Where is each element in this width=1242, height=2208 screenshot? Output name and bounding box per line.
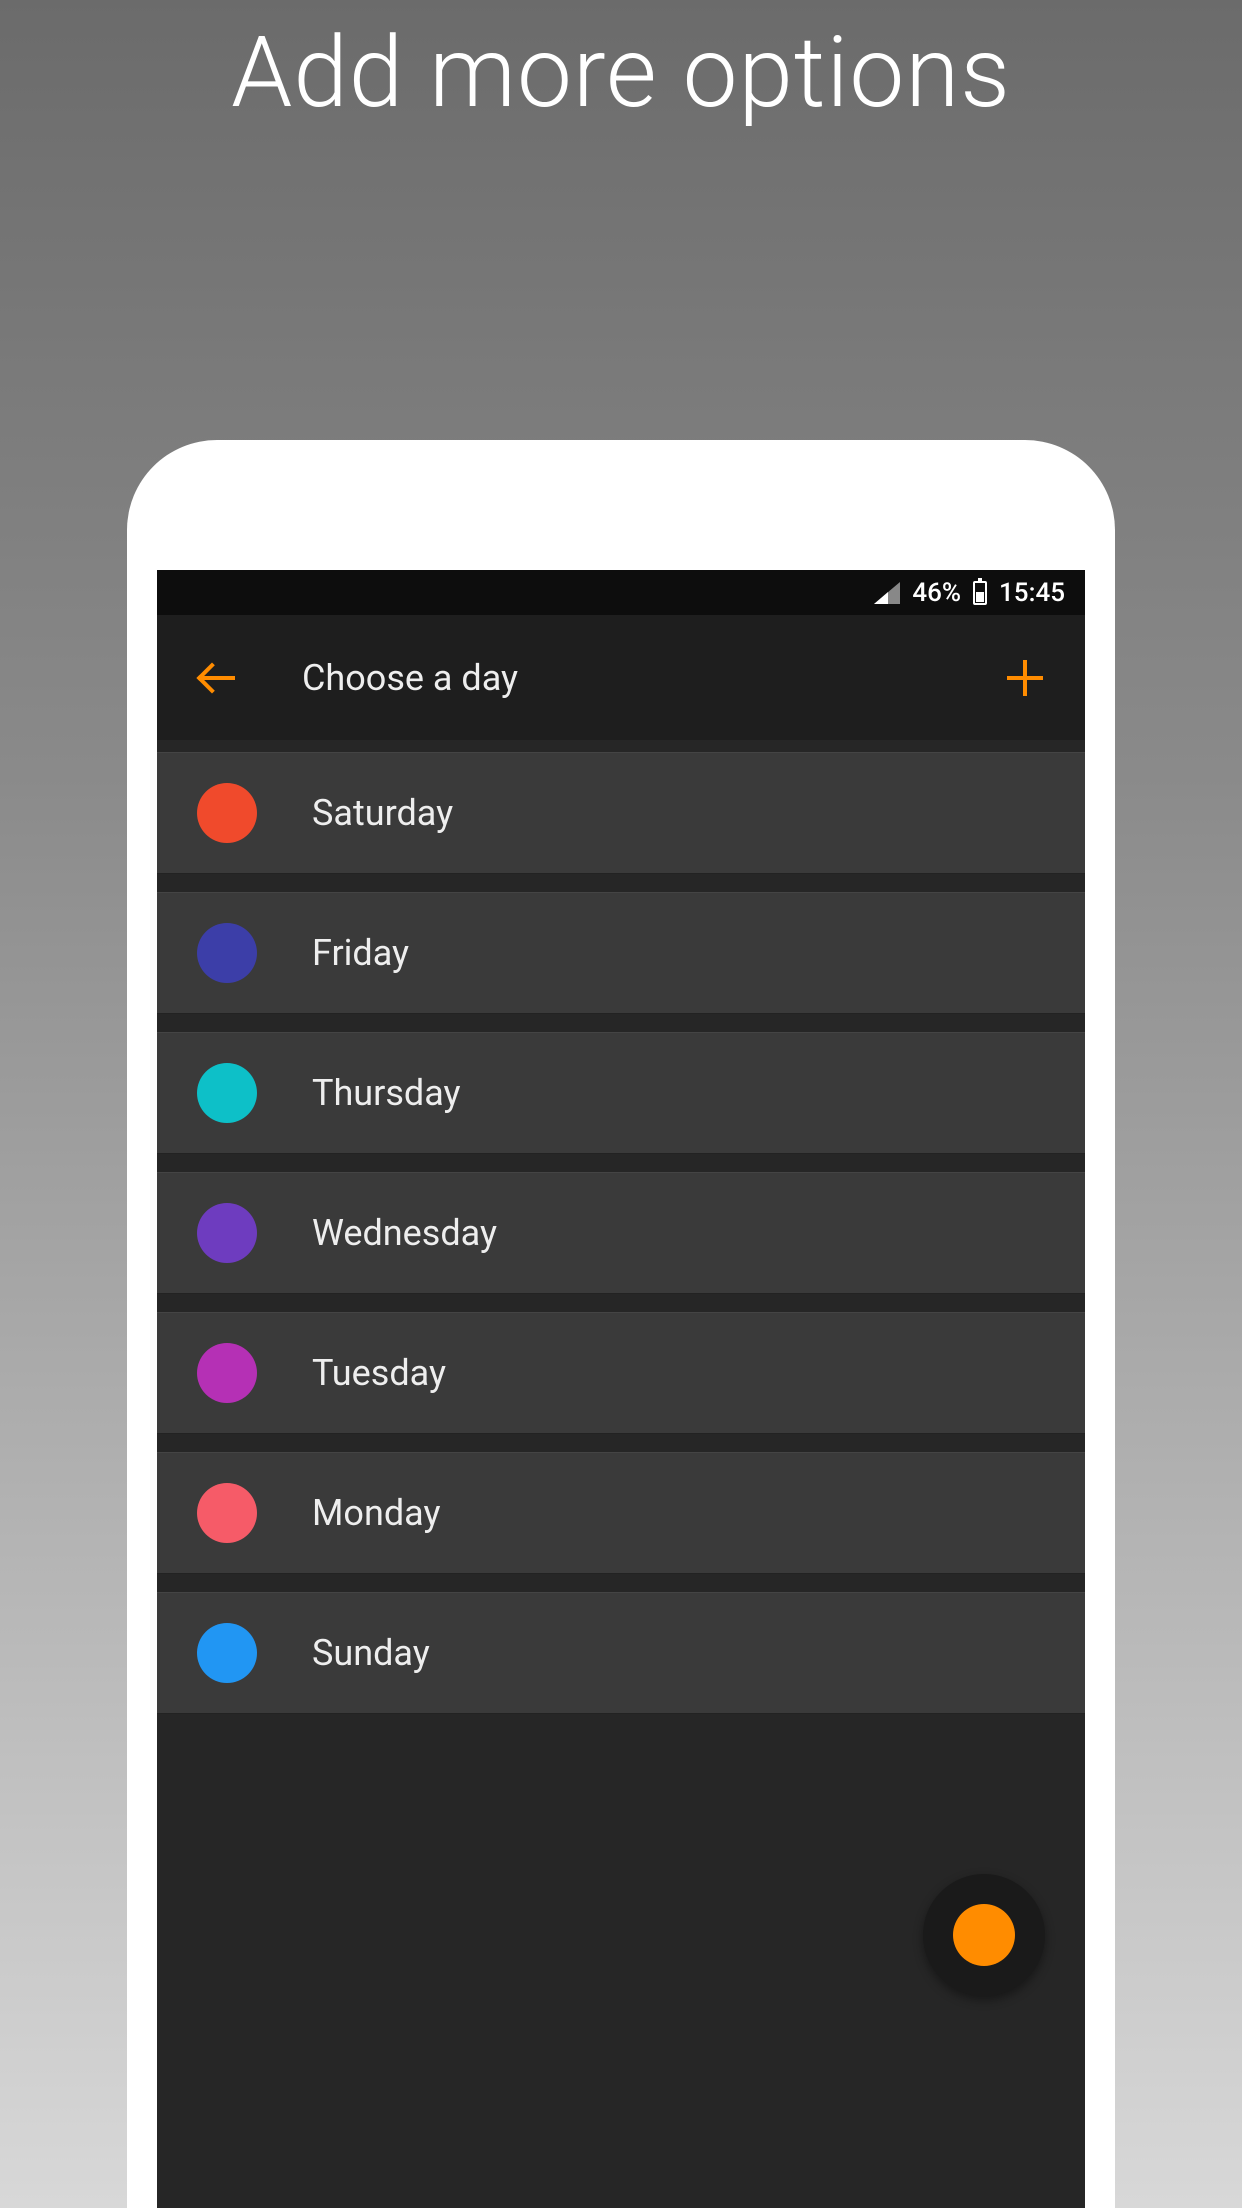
app-bar: Choose a day (157, 615, 1085, 740)
day-label: Tuesday (312, 1352, 446, 1394)
status-time: 15:45 (999, 578, 1065, 608)
day-label: Friday (312, 932, 409, 974)
list-item-thursday[interactable]: Thursday (157, 1032, 1085, 1154)
promo-title: Add more options (0, 0, 1242, 130)
back-button[interactable] (192, 653, 242, 703)
color-dot-icon (197, 1623, 257, 1683)
plus-icon (1007, 660, 1043, 696)
color-dot-icon (197, 783, 257, 843)
add-button[interactable] (1000, 653, 1050, 703)
day-list: Saturday Friday Thursday Wednesday Tuesd… (157, 740, 1085, 1714)
list-item-wednesday[interactable]: Wednesday (157, 1172, 1085, 1294)
list-item-monday[interactable]: Monday (157, 1452, 1085, 1574)
day-label: Saturday (312, 792, 453, 834)
color-dot-icon (197, 1343, 257, 1403)
day-label: Monday (312, 1492, 441, 1534)
back-arrow-icon (199, 660, 235, 696)
color-dot-icon (197, 923, 257, 983)
battery-percent: 46% (912, 578, 961, 608)
fab-spin-button[interactable] (923, 1874, 1045, 1996)
list-item-sunday[interactable]: Sunday (157, 1592, 1085, 1714)
status-bar: 46% 15:45 (157, 570, 1085, 615)
day-label: Thursday (312, 1072, 461, 1114)
color-dot-icon (197, 1203, 257, 1263)
color-dot-icon (197, 1483, 257, 1543)
list-item-tuesday[interactable]: Tuesday (157, 1312, 1085, 1434)
signal-icon (874, 582, 900, 604)
battery-icon (973, 581, 987, 605)
device-screen: 46% 15:45 Choose a day Saturday Frid (157, 570, 1085, 2208)
app-bar-title: Choose a day (302, 657, 518, 699)
list-item-saturday[interactable]: Saturday (157, 752, 1085, 874)
day-label: Wednesday (312, 1212, 497, 1254)
pinwheel-icon (953, 1904, 1015, 1966)
day-label: Sunday (312, 1632, 430, 1674)
list-item-friday[interactable]: Friday (157, 892, 1085, 1014)
color-dot-icon (197, 1063, 257, 1123)
device-frame: 46% 15:45 Choose a day Saturday Frid (127, 440, 1115, 2208)
